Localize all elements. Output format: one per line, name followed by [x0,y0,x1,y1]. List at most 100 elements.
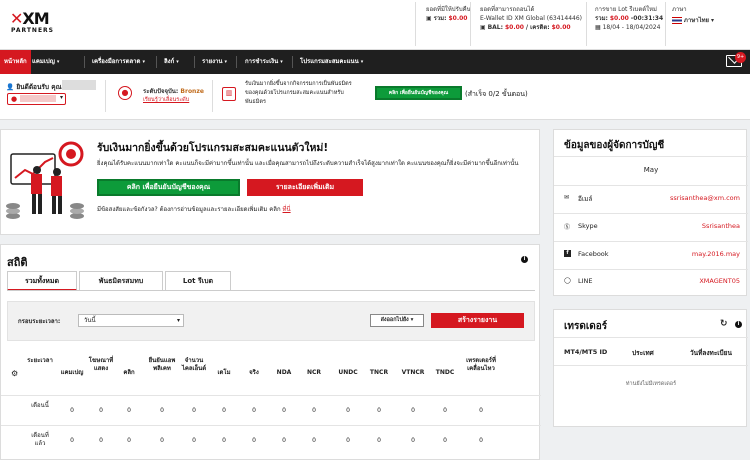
commission-summary: ยอดที่มีให้ปรับคืน ▣ รวม: $0.00 [426,6,471,22]
stats-cell: 0 [127,437,131,444]
col-registered: วันที่ลงทะเบียน [690,349,732,357]
wallet-summary: ยอดที่สามารถถอนได้ E-Wallet ID XM Global… [480,6,582,31]
promo-title: รับเงินมากยิ่งขึ้นด้วยโปรแกรมสะสมคะแนนตั… [97,142,329,154]
manager-email[interactable]: ssrisanthea@xm.com [670,194,740,202]
language-selector[interactable]: ภาษา ภาษาไทย ▾ [672,5,714,25]
refresh-icon[interactable]: ↻ [720,319,728,329]
stats-cell: 0 [443,437,447,444]
stats-cell: 0 [411,437,415,444]
more-details-button[interactable]: รายละเอียดเพิ่มเติม [247,179,363,196]
xm-logo[interactable]: ✕XM [10,9,50,28]
stats-cell: 0 [222,437,226,444]
manager-line[interactable]: XMAGENT05 [699,277,740,285]
stats-cell: 0 [99,437,103,444]
stats-title: สถิติ [7,256,28,269]
account-manager-title: ข้อมูลของผู้จัดการบัญชี [564,140,665,151]
stats-cell: 0 [160,437,164,444]
stats-cell: 0 [479,437,483,444]
stats-header-cell: จำนวนไคลเอ็นต์ [181,357,207,372]
stats-cell: 0 [346,437,350,444]
stats-cell: 0 [160,407,164,414]
col-country: ประเทศ [632,349,654,357]
chevron-down-icon: ▾ [710,17,714,24]
tab-total[interactable]: รวมทั้งหมด [7,271,77,291]
manager-email-row: ✉ อีเมล์ ssrisanthea@xm.com [564,194,740,203]
loyalty-promo-text: รับเงินมากยิ่งขึ้นจากกิจกรรมการเป็นพันธม… [245,81,352,105]
nav-payments[interactable]: การชำระเงิน ▾ [245,50,283,74]
stats-header-cell: คลิก [123,369,135,376]
stats-cell: 0 [252,407,256,414]
nav-home[interactable]: หน้าหลัก [0,50,31,74]
stats-header-cell: ยืนยันแอพพลิเคท [148,357,176,372]
stats-header-cell: VTNCR [401,369,425,376]
chevron-down-icon: ▾ [59,94,63,101]
stats-cell: 0 [443,407,447,414]
lot-rebate-summary: การขาย Lot รีเบตต์ใหม่ รวม: $0.00 -00:31… [595,6,664,31]
stats-cell: 0 [312,437,316,444]
stats-tabs: รวมทั้งหมด พันธมิตรสมทบ Lot รีเบต [7,271,535,291]
stats-cell: 0 [282,437,286,444]
settings-gear-icon[interactable]: ⚙ [11,369,18,378]
stats-cell: 0 [377,437,381,444]
wallet-icon: ▣ [426,15,432,22]
account-selector[interactable]: ● ▾ [7,93,66,105]
stats-cell: 0 [346,407,350,414]
create-report-button[interactable]: สร้างรายงาน [431,313,524,328]
promo-body: ยิ่งคุณได้รับคะแนนมากเท่าใด คะแนนก็จะมีค… [97,160,519,167]
here-link[interactable]: ที่นี่ [283,206,291,213]
learn-more-link[interactable]: เรียนรู้ว่าเลื่อนระดับ [143,96,189,104]
verify-account-button[interactable]: คลิก เพื่อยืนยันบัญชีของคุณ [375,86,462,100]
nav-reports[interactable]: รายงาน ▾ [202,50,227,74]
stats-cell: 0 [192,437,196,444]
traders-card: เทรดเดอร์ ↻ i MT4/MT5 ID ประเทศ วันที่ลง… [553,309,748,427]
stats-card: สถิติ i รวมทั้งหมด พันธมิตรสมทบ Lot รีเบ… [0,244,541,460]
col-mt-id: MT4/MT5 ID [564,348,608,356]
filter-bar: กรอบระยะเวลา: วันนี้ ▾ ส่งออกไปยัง ▾ สร้า… [7,301,535,341]
info-icon[interactable]: i [735,321,742,328]
manager-facebook[interactable]: may.2016.may [692,250,740,258]
stats-cell: 0 [411,407,415,414]
tab-sub-affiliates[interactable]: พันธมิตรสมทบ [79,271,163,291]
promo-card: รับเงินมากยิ่งขึ้นด้วยโปรแกรมสะสมคะแนนตั… [0,129,540,235]
nav-links[interactable]: ลิงก์ ▾ [164,50,179,74]
stats-header-cell: NDA [276,369,292,376]
promo-note: มีข้อสงสัยและข้อกังวล? ต้องการอ่านข้อมูล… [97,206,291,213]
greeting: 👤 ยินดีต้อนรับ คุณ [6,83,62,91]
chevron-down-icon: ▾ [176,317,180,324]
nav-campaign[interactable]: แคมเปญ ▾ [32,50,59,74]
welcome-bar: 👤 ยินดีต้อนรับ คุณ ● ▾ ● ระดับปัจจุบัน: … [0,74,750,120]
thai-flag-icon [672,17,682,24]
stats-header-cell: แคมเปญ [60,369,84,376]
export-button[interactable]: ส่งออกไปยัง ▾ [370,314,424,327]
stats-row-period: เดือนนี้ [31,402,49,409]
period-label: กรอบระยะเวลา: [18,318,61,325]
stats-header-cell: TNDC [435,369,455,376]
stats-cell: 0 [70,407,74,414]
traders-title: เทรดเดอร์ [564,321,608,332]
promo-illustration [5,136,89,226]
info-icon[interactable]: i [521,256,528,263]
tab-lot-rebate[interactable]: Lot รีเบต [165,271,231,291]
main-nav: หน้าหลัก แคมเปญ ▾ เครื่องมือการตลาด ▾ ลิงก… [0,50,750,74]
nav-loyalty[interactable]: โปรแกรมสะสมคะแนน ▾ [300,50,363,74]
promo-verify-button[interactable]: คลิก เพื่อยืนยันบัญชีของคุณ [97,179,240,196]
stats-header-cell: TNCR [369,369,389,376]
stats-cell: 0 [222,407,226,414]
calendar-icon: ▦ [595,24,601,31]
manager-line-row: ◯ LINE XMAGENT05 [564,277,740,285]
facebook-icon: f [564,250,571,257]
manager-skype[interactable]: Ssrisanthea [702,222,740,230]
chat-icon: ◯ [564,277,571,284]
stats-header-cell: โฆษณาที่แสดง [88,357,114,372]
top-header: ✕XM PARTNERS ยอดที่มีให้ปรับคืน ▣ รวม: $… [0,0,750,50]
stats-cell: 0 [70,437,74,444]
manager-name: May [643,166,659,174]
period-select[interactable]: วันนี้ ▾ [78,314,184,327]
nav-marketing-tools[interactable]: เครื่องมือการตลาด ▾ [92,50,145,74]
stats-header-cell: ระยะเวลา [27,357,53,364]
stats-cell: 0 [127,407,131,414]
traders-empty: ท่านยังไม่มีเทรดเดอร์ [625,381,677,387]
stats-cell: 0 [377,407,381,414]
wallet-icon: ▣ [480,24,486,31]
envelope-icon: ✉ [564,194,570,201]
